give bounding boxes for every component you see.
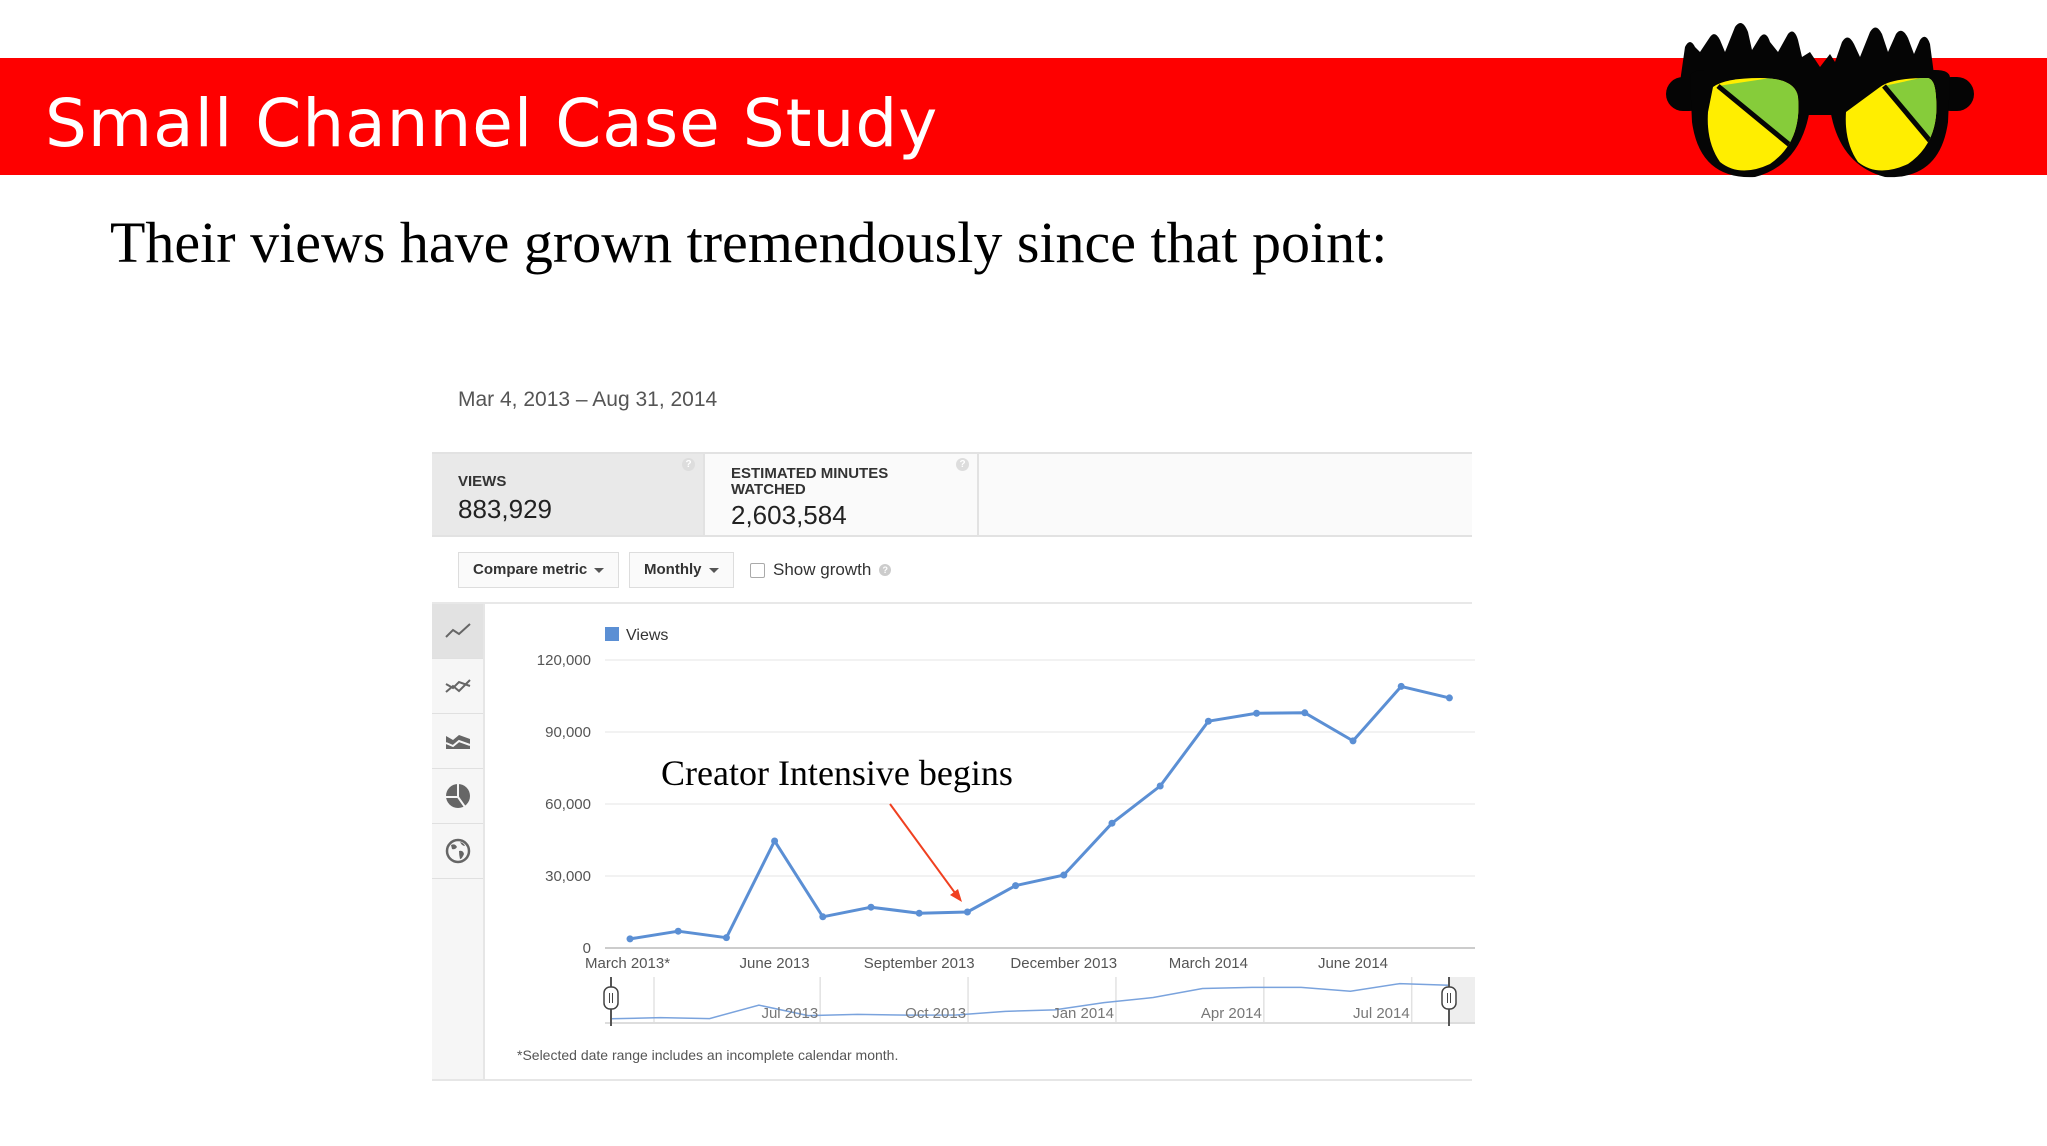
- navigator-label: Oct 2013: [905, 1005, 966, 1022]
- annotation-arrowhead: [950, 889, 962, 902]
- navigator-end-handle[interactable]: [1441, 986, 1457, 1010]
- data-point[interactable]: [1156, 782, 1164, 790]
- data-point[interactable]: [1108, 819, 1116, 827]
- data-point[interactable]: [1204, 717, 1212, 725]
- annotation-arrow: [889, 803, 959, 898]
- data-point[interactable]: [1349, 737, 1357, 745]
- x-tick-label: March 2014: [1169, 955, 1248, 972]
- y-tick-label: 120,000: [537, 652, 591, 669]
- data-point[interactable]: [1445, 694, 1453, 702]
- data-point[interactable]: [1253, 709, 1261, 717]
- data-point[interactable]: [819, 913, 827, 921]
- views-series-line: [629, 684, 1450, 941]
- x-tick-label: December 2013: [1010, 955, 1117, 972]
- data-point[interactable]: [963, 908, 971, 916]
- data-point[interactable]: [867, 903, 875, 911]
- annotation-text: Creator Intensive begins: [661, 753, 1013, 793]
- y-tick-label: 60,000: [545, 796, 591, 813]
- footnote: *Selected date range includes an incompl…: [517, 1047, 899, 1063]
- y-tick-label: 30,000: [545, 868, 591, 885]
- y-tick-label: 90,000: [545, 724, 591, 741]
- data-point[interactable]: [1012, 882, 1020, 890]
- x-tick-label: June 2014: [1318, 955, 1388, 972]
- navigator-start-handle[interactable]: [603, 986, 619, 1010]
- navigator-label: Apr 2014: [1201, 1005, 1262, 1022]
- legend-swatch: [605, 627, 619, 641]
- x-tick-label: June 2013: [740, 955, 810, 972]
- views-line-chart: 030,00060,00090,000120,000March 2013* Jun…: [537, 627, 1475, 1026]
- data-point[interactable]: [1397, 682, 1405, 690]
- data-point[interactable]: [771, 837, 779, 845]
- data-point[interactable]: [722, 934, 730, 942]
- data-point[interactable]: [1301, 709, 1309, 717]
- navigator-label: Jul 2013: [761, 1005, 818, 1022]
- data-point[interactable]: [1060, 871, 1068, 879]
- x-tick-label: September 2013: [864, 955, 975, 972]
- navigator-label: Jul 2014: [1353, 1005, 1410, 1022]
- x-tick-label: March 2013*: [585, 955, 670, 972]
- data-point[interactable]: [674, 927, 682, 935]
- legend-label[interactable]: Views: [626, 627, 668, 644]
- navigator-background: [605, 977, 1475, 1023]
- navigator-label: Jan 2014: [1052, 1005, 1114, 1022]
- data-point[interactable]: [915, 909, 923, 917]
- data-point[interactable]: [626, 935, 634, 943]
- divider: [432, 1079, 1472, 1081]
